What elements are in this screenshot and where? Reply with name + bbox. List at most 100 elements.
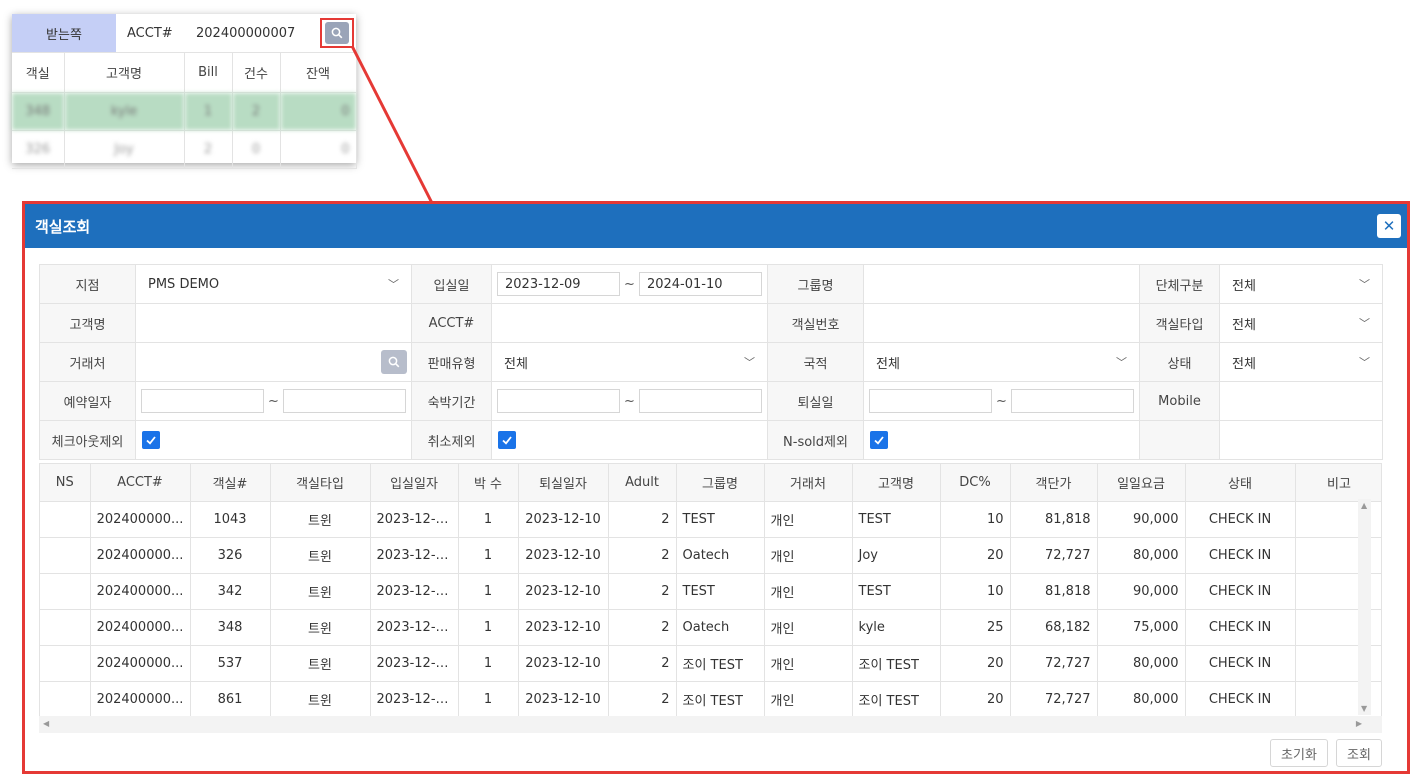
- checkin-label: 입실일: [411, 264, 492, 304]
- cell-nights: 1: [458, 645, 519, 682]
- range-tilde: ~: [996, 393, 1007, 409]
- chevron-down-icon: ﹀: [1116, 356, 1127, 369]
- reset-button[interactable]: 초기화: [1270, 739, 1328, 767]
- exclude-nsold-label: N-sold제외: [767, 420, 864, 460]
- table-row[interactable]: 202400000... 326 트윈 2023-12-09 1 2023-12…: [40, 537, 1381, 574]
- empty-label: [1139, 420, 1220, 460]
- room-type-value: 전체: [1232, 317, 1256, 333]
- acct-input[interactable]: 202400000007: [190, 22, 318, 44]
- group-input[interactable]: [863, 264, 1140, 304]
- reserve-from-input[interactable]: [141, 389, 265, 413]
- cell-daily-rate: 90,000: [1097, 573, 1186, 610]
- table-row[interactable]: 326 Joy 2 0 0: [12, 130, 357, 169]
- scroll-up-icon[interactable]: ▲: [1361, 501, 1367, 510]
- group-type-label: 단체구분: [1139, 264, 1220, 304]
- cell-nights: 1: [458, 537, 519, 574]
- room-grid: NS ACCT# 객실# 객실타입 입실일자 박 수 퇴실일자 Adult 그룹…: [39, 463, 1382, 733]
- checkin-from-input[interactable]: 2023-12-09: [497, 272, 621, 296]
- room-search-modal: 객실조회 ✕ 지점 PMS DEMO ﹀ 입실일 2023-12-09 ~ 202…: [22, 201, 1410, 774]
- stay-to-input[interactable]: [638, 389, 762, 413]
- cell-checkin: 2023-12-09: [370, 573, 459, 610]
- horizontal-scrollbar[interactable]: ◀ ▶: [39, 716, 1382, 733]
- cell-unit-price: 81,818: [1010, 501, 1098, 538]
- cell-dc: 20: [940, 681, 1011, 718]
- cell-ns: [40, 645, 91, 682]
- tab-receiver[interactable]: 받는쪽: [12, 14, 116, 52]
- col-nights: 박 수: [458, 464, 519, 502]
- chevron-down-icon: ﹀: [1359, 278, 1370, 291]
- exclude-checkout-checkbox[interactable]: [142, 431, 160, 449]
- room-no-input[interactable]: [863, 303, 1140, 343]
- modal-header: 객실조회 ✕: [25, 204, 1407, 248]
- sales-type-value: 전체: [504, 356, 528, 372]
- checkin-to-input[interactable]: 2024-01-10: [638, 272, 762, 296]
- scroll-down-icon[interactable]: ▼: [1361, 704, 1367, 713]
- sales-type-label: 판매유형: [411, 342, 492, 382]
- status-label: 상태: [1139, 342, 1220, 382]
- vertical-scrollbar[interactable]: ▲ ▼: [1358, 499, 1371, 715]
- client-input[interactable]: [135, 342, 412, 382]
- mobile-label: Mobile: [1139, 381, 1220, 421]
- cell-adult: 2: [608, 681, 677, 718]
- cell-group: Oatech: [676, 537, 765, 574]
- cell-adult: 2: [608, 537, 677, 574]
- cell-dc: 10: [940, 573, 1011, 610]
- cell-room: 1043: [190, 501, 271, 538]
- cell-checkout: 2023-12-10: [518, 645, 609, 682]
- exclude-nsold-checkbox[interactable]: [870, 431, 888, 449]
- col-status: 상태: [1185, 464, 1296, 502]
- group-type-select[interactable]: 전체 ﹀: [1219, 264, 1383, 304]
- close-icon[interactable]: ✕: [1377, 214, 1401, 238]
- table-row[interactable]: 202400000... 342 트윈 2023-12-09 1 2023-12…: [40, 573, 1381, 610]
- acct-input[interactable]: [491, 303, 768, 343]
- nationality-label: 국적: [767, 342, 864, 382]
- status-select[interactable]: 전체 ﹀: [1219, 342, 1383, 382]
- cell-guest: Joy: [64, 130, 185, 169]
- cell-adult: 2: [608, 501, 677, 538]
- cell-room-type: 트윈: [270, 573, 371, 610]
- scroll-right-icon[interactable]: ▶: [1356, 719, 1362, 728]
- sales-type-select[interactable]: 전체 ﹀: [491, 342, 768, 382]
- cell-adult: 2: [608, 573, 677, 610]
- acct-search-button[interactable]: [320, 18, 354, 48]
- search-button[interactable]: 조회: [1336, 739, 1382, 767]
- nationality-select[interactable]: 전체 ﹀: [863, 342, 1140, 382]
- scroll-left-icon[interactable]: ◀: [43, 719, 49, 728]
- table-row[interactable]: 202400000... 1043 트윈 2023-12-09 1 2023-1…: [40, 501, 1381, 538]
- cell-group: 조이 TEST: [676, 645, 765, 682]
- checkout-to-input[interactable]: [1010, 389, 1134, 413]
- reserve-to-input[interactable]: [282, 389, 406, 413]
- stay-from-input[interactable]: [497, 389, 621, 413]
- cell-group: TEST: [676, 501, 765, 538]
- col-guest: 고객명: [852, 464, 941, 502]
- table-row[interactable]: 202400000... 348 트윈 2023-12-09 1 2023-12…: [40, 609, 1381, 646]
- cell-room: 348: [12, 92, 65, 131]
- cell-unit-price: 72,727: [1010, 681, 1098, 718]
- cell-unit-price: 68,182: [1010, 609, 1098, 646]
- cell-status: CHECK IN: [1185, 645, 1296, 682]
- exclude-checkout-label: 체크아웃제외: [39, 420, 136, 460]
- table-row[interactable]: 348 kyle 1 2 0: [12, 92, 357, 131]
- cell-status: CHECK IN: [1185, 537, 1296, 574]
- cell-status: CHECK IN: [1185, 501, 1296, 538]
- checkout-from-input[interactable]: [869, 389, 993, 413]
- cell-checkin: 2023-12-09: [370, 609, 459, 646]
- room-type-label: 객실타입: [1139, 303, 1220, 343]
- cell-ns: [40, 573, 91, 610]
- table-row[interactable]: 202400000... 861 트윈 2023-12-09 1 2023-12…: [40, 681, 1381, 718]
- table-row[interactable]: 202400000... 537 트윈 2023-12-09 1 2023-12…: [40, 645, 1381, 682]
- exclude-cancel-checkbox[interactable]: [498, 431, 516, 449]
- col-guest: 고객명: [64, 53, 185, 93]
- cell-ns: [40, 501, 91, 538]
- room-type-select[interactable]: 전체 ﹀: [1219, 303, 1383, 343]
- cell-dc: 20: [940, 645, 1011, 682]
- acct-label: ACCT#: [411, 303, 492, 343]
- cell-group: Oatech: [676, 609, 765, 646]
- branch-select[interactable]: PMS DEMO ﹀: [135, 264, 412, 304]
- cell-nights: 1: [458, 681, 519, 718]
- mobile-input[interactable]: [1219, 381, 1383, 421]
- guest-input[interactable]: [135, 303, 412, 343]
- cell-guest: TEST: [852, 573, 941, 610]
- cell-status: CHECK IN: [1185, 609, 1296, 646]
- client-search-button[interactable]: [381, 350, 407, 374]
